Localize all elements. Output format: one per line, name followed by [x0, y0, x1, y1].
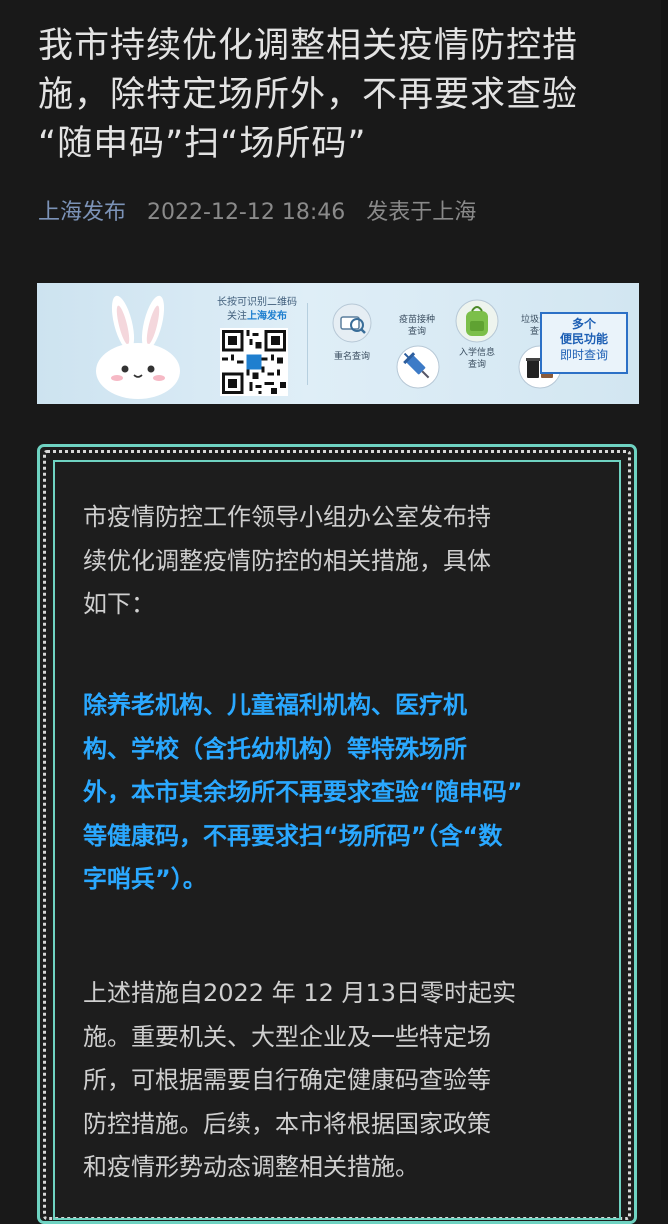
service-rename-label: 重名查询	[333, 352, 370, 362]
search-name-icon	[332, 303, 372, 343]
paragraph-intro: 市疫情防控工作领导小组办公室发布持 续优化调整疫情防控的相关措施，具体 如下：	[83, 496, 603, 627]
qr-hint-line2: 关注上海发布	[207, 310, 307, 324]
paragraph-line: 等健康码，不再要求扫“场所码”（含“数	[83, 821, 503, 850]
paragraph-line: 市疫情防控工作领导小组办公室发布持	[83, 503, 491, 531]
qr-hint-prefix: 关注	[227, 311, 247, 322]
more-functions-line3: 即时查询	[559, 348, 608, 362]
paragraph-line: 所，可根据需要自行确定健康码查验等	[83, 1066, 491, 1094]
backpack-icon	[455, 299, 499, 343]
title-line: 我市持续优化调整相关疫情防控措	[38, 26, 579, 66]
account-name-link[interactable]: 上海发布	[38, 200, 126, 225]
bunny-mascot-icon	[96, 295, 180, 399]
paragraph-line: 续优化调整疫情防控的相关措施，具体	[83, 546, 491, 575]
service-vaccine-line2: 查询	[407, 327, 426, 337]
paragraph-line: 构、学校（含托幼机构）等特殊场所	[83, 734, 467, 763]
qr-hint-brand: 上海发布	[247, 311, 287, 322]
paragraph-line: 施。重要机关、大型企业及一些特定场	[83, 1022, 491, 1051]
banner-divider	[307, 303, 308, 385]
paragraph-line: 上述措施自2022 年 12 月13日零时起实	[83, 979, 517, 1007]
paragraph-highlight: 除养老机构、儿童福利机构、医疗机 构、学校（含托幼机构）等特殊场所 外，本市其余…	[83, 684, 603, 902]
qr-hint: 长按可识别二维码 关注上海发布	[207, 296, 307, 324]
more-functions-line2: 便民功能	[559, 332, 608, 346]
qr-code-icon[interactable]	[220, 328, 288, 396]
article-title: 我市持续优化调整相关疫情防控措 施，除特定场所外，不再要求查验 “随申码”扫“场…	[38, 22, 638, 169]
more-functions-line1: 多个	[571, 317, 596, 331]
article-page: 我市持续优化调整相关疫情防控措 施，除特定场所外，不再要求查验 “随申码”扫“场…	[0, 0, 668, 1224]
title-line: “随申码”扫“场所码”	[38, 124, 367, 164]
more-functions-button[interactable]: 多个 便民功能 即时查询	[540, 312, 628, 374]
article-meta: 上海发布 2022-12-12 18:46 发表于上海	[38, 197, 476, 229]
service-vaccine-line1: 疫苗接种	[398, 315, 435, 325]
publish-location: 发表于上海	[366, 200, 477, 225]
scrollbar[interactable]	[661, 0, 668, 1200]
paragraph-line: 外，本市其余场所不再要求查验“随申码”	[83, 778, 523, 806]
publish-datetime: 2022-12-12 18:46	[147, 200, 346, 225]
paragraph-line: 除养老机构、儿童福利机构、医疗机	[83, 691, 467, 719]
paragraph-line: 防控措施。后续，本市将根据国家政策	[83, 1109, 491, 1138]
qr-hint-line1: 长按可识别二维码	[217, 297, 297, 308]
service-vaccine-label: 疫苗接种 查询	[387, 314, 447, 338]
paragraph-line: 如下：	[83, 590, 155, 618]
paragraph-line: 和疫情形势动态调整相关措施。	[83, 1153, 419, 1181]
syringe-icon	[396, 345, 440, 389]
paragraph-effective-date: 上述措施自2022 年 12 月13日零时起实 施。重要机关、大型企业及一些特定…	[83, 972, 603, 1190]
service-school-line2: 查询	[467, 360, 486, 370]
service-school-line1: 入学信息	[458, 348, 495, 358]
title-line: 施，除特定场所外，不再要求查验	[38, 75, 579, 115]
service-school-label: 入学信息 查询	[447, 347, 507, 371]
paragraph-line: 字哨兵”）。	[83, 865, 207, 893]
